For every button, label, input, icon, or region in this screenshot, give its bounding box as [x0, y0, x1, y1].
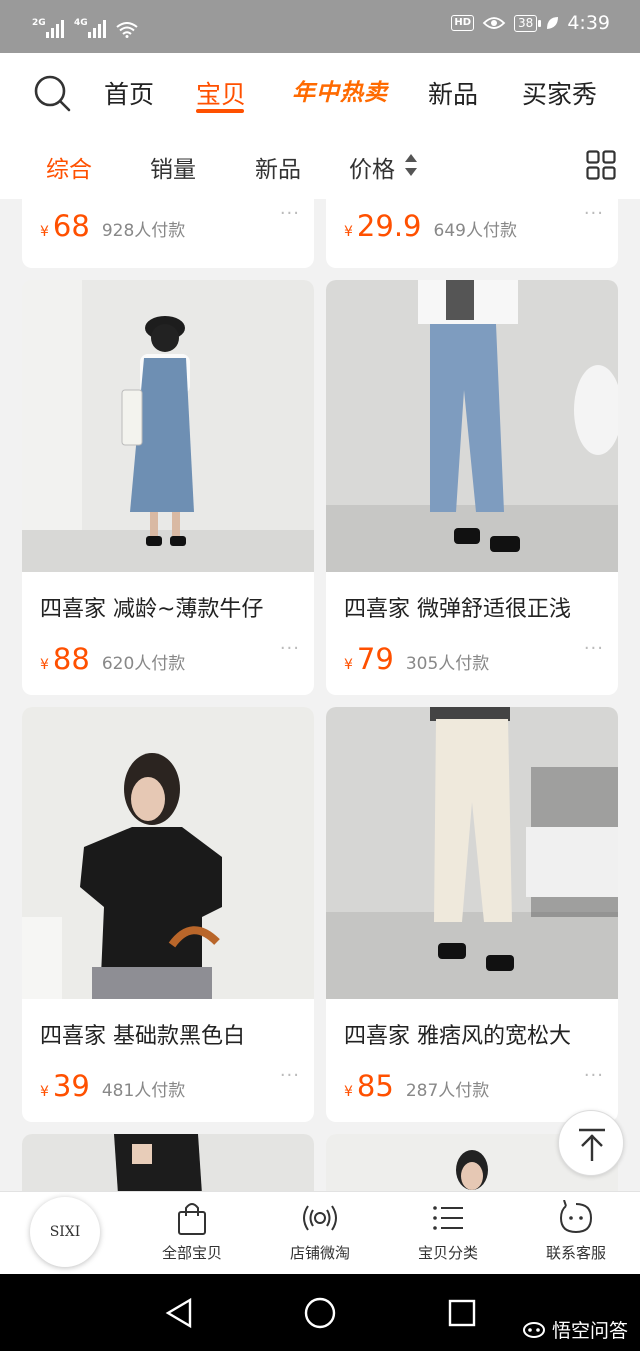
sort-sales[interactable]: 销量	[150, 150, 196, 184]
back-to-top-button[interactable]	[558, 1110, 624, 1176]
tab-midyear-sale[interactable]: 年中热卖	[292, 73, 388, 107]
product-title: 四喜家 减龄~薄款牛仔	[40, 597, 264, 622]
product-sales: 620人付款	[101, 654, 186, 674]
currency-symbol: ¥	[40, 657, 49, 673]
watermark: 悟空问答	[522, 1316, 628, 1343]
all-products-button[interactable]: 全部宝贝	[137, 1200, 247, 1263]
bottom-bar-label: 全部宝贝	[161, 1244, 222, 1262]
clock: 4:39	[567, 12, 610, 34]
product-title: 四喜家 雅痞风的宽松大	[344, 1024, 571, 1049]
wukong-logo-icon	[522, 1321, 545, 1338]
bottom-bar-label: 联系客服	[545, 1244, 606, 1262]
product-image[interactable]	[326, 280, 618, 572]
currency-symbol: ¥	[344, 657, 353, 673]
active-tab-indicator	[196, 109, 244, 113]
product-card[interactable]: 四喜家 基础款黑色白 ¥ 39 481人付款 ···	[22, 707, 314, 1122]
back-icon	[165, 1297, 192, 1329]
currency-symbol: ¥	[344, 224, 353, 240]
more-options-icon[interactable]: ···	[584, 203, 604, 224]
search-icon[interactable]	[32, 73, 72, 113]
product-card[interactable]: ¥ 29.9 649人付款 ···	[326, 199, 618, 268]
product-price: 88	[52, 642, 90, 676]
battery-indicator: 38	[514, 14, 542, 32]
more-options-icon[interactable]: ···	[584, 1065, 604, 1086]
bag-icon	[178, 1203, 206, 1235]
currency-symbol: ¥	[40, 1084, 49, 1100]
product-sales: 481人付款	[101, 1081, 186, 1101]
product-category-button[interactable]: 宝贝分类	[393, 1200, 503, 1263]
tab-home[interactable]: 首页	[104, 75, 154, 111]
grid-view-icon[interactable]	[586, 150, 616, 180]
tab-buyer-show[interactable]: 买家秀	[522, 75, 597, 111]
status-bar: 2G 4G HD 38 4:39	[0, 0, 640, 53]
store-bottom-bar: SIXI 全部宝贝 店铺微淘 宝贝分类 联系客服	[0, 1191, 640, 1274]
more-options-icon[interactable]: ···	[280, 638, 300, 659]
cell-signal-icon: 4G	[74, 18, 106, 38]
arrow-up-icon	[579, 1128, 605, 1161]
product-sales: 287人付款	[405, 1081, 490, 1101]
product-price: 79	[356, 642, 394, 676]
system-navigation-bar: 悟空问答	[0, 1274, 640, 1351]
chat-icon	[559, 1200, 593, 1234]
product-price: 39	[52, 1069, 90, 1103]
recents-icon	[448, 1299, 476, 1327]
product-card[interactable]	[22, 1134, 314, 1191]
sort-new[interactable]: 新品	[255, 150, 301, 184]
product-card[interactable]: ¥ 68 928人付款 ···	[22, 199, 314, 268]
bottom-bar-label: 宝贝分类	[417, 1244, 478, 1262]
wifi-icon	[116, 22, 138, 38]
product-sales: 649人付款	[433, 221, 517, 241]
watermark-text: 悟空问答	[551, 1320, 628, 1342]
sort-bar: 综合 销量 新品 价格	[0, 133, 640, 199]
contact-service-button[interactable]: 联系客服	[521, 1200, 631, 1263]
eye-comfort-icon	[482, 17, 506, 29]
product-image[interactable]	[326, 707, 618, 999]
product-sales: 928人付款	[101, 221, 186, 241]
store-logo[interactable]: SIXI	[30, 1197, 100, 1267]
product-image[interactable]	[22, 280, 314, 572]
tab-new[interactable]: 新品	[428, 75, 478, 111]
currency-symbol: ¥	[40, 224, 49, 240]
tab-products[interactable]: 宝贝	[196, 75, 246, 111]
signal-type-label: 4G	[74, 18, 88, 28]
sort-default[interactable]: 综合	[46, 150, 92, 184]
sort-updown-icon[interactable]	[404, 152, 418, 178]
hd-badge: HD	[451, 15, 475, 31]
store-weitao-button[interactable]: 店铺微淘	[265, 1200, 375, 1263]
more-options-icon[interactable]: ···	[280, 203, 300, 224]
home-icon	[304, 1297, 336, 1329]
more-options-icon[interactable]: ···	[584, 638, 604, 659]
signal-type-label: 2G	[32, 18, 46, 28]
store-top-nav: 首页 宝贝 年中热卖 新品 买家秀	[0, 53, 640, 133]
leaf-icon	[547, 17, 559, 29]
product-price: 85	[356, 1069, 394, 1103]
currency-symbol: ¥	[344, 1084, 353, 1100]
product-title: 四喜家 微弹舒适很正浅	[344, 597, 571, 622]
bottom-bar-label: 店铺微淘	[289, 1244, 350, 1262]
list-icon	[433, 1206, 463, 1230]
more-options-icon[interactable]: ···	[280, 1065, 300, 1086]
broadcast-icon	[303, 1205, 337, 1231]
product-image[interactable]	[22, 707, 314, 999]
cell-signal-icon: 2G	[32, 18, 64, 38]
sort-price[interactable]: 价格	[349, 150, 395, 184]
product-card[interactable]: 四喜家 减龄~薄款牛仔 ¥ 88 620人付款 ···	[22, 280, 314, 695]
product-image[interactable]	[22, 1134, 314, 1191]
product-card[interactable]: 四喜家 微弹舒适很正浅 ¥ 79 305人付款 ···	[326, 280, 618, 695]
product-price: 29.9	[356, 209, 422, 243]
product-title: 四喜家 基础款黑色白	[40, 1024, 245, 1049]
product-card[interactable]: 四喜家 雅痞风的宽松大 ¥ 85 287人付款 ···	[326, 707, 618, 1122]
product-price: 68	[52, 209, 90, 243]
product-sales: 305人付款	[405, 654, 490, 674]
product-grid: ¥ 68 928人付款 ··· ¥ 29.9 649人付款 ··· 四喜家 减龄…	[0, 199, 640, 1191]
